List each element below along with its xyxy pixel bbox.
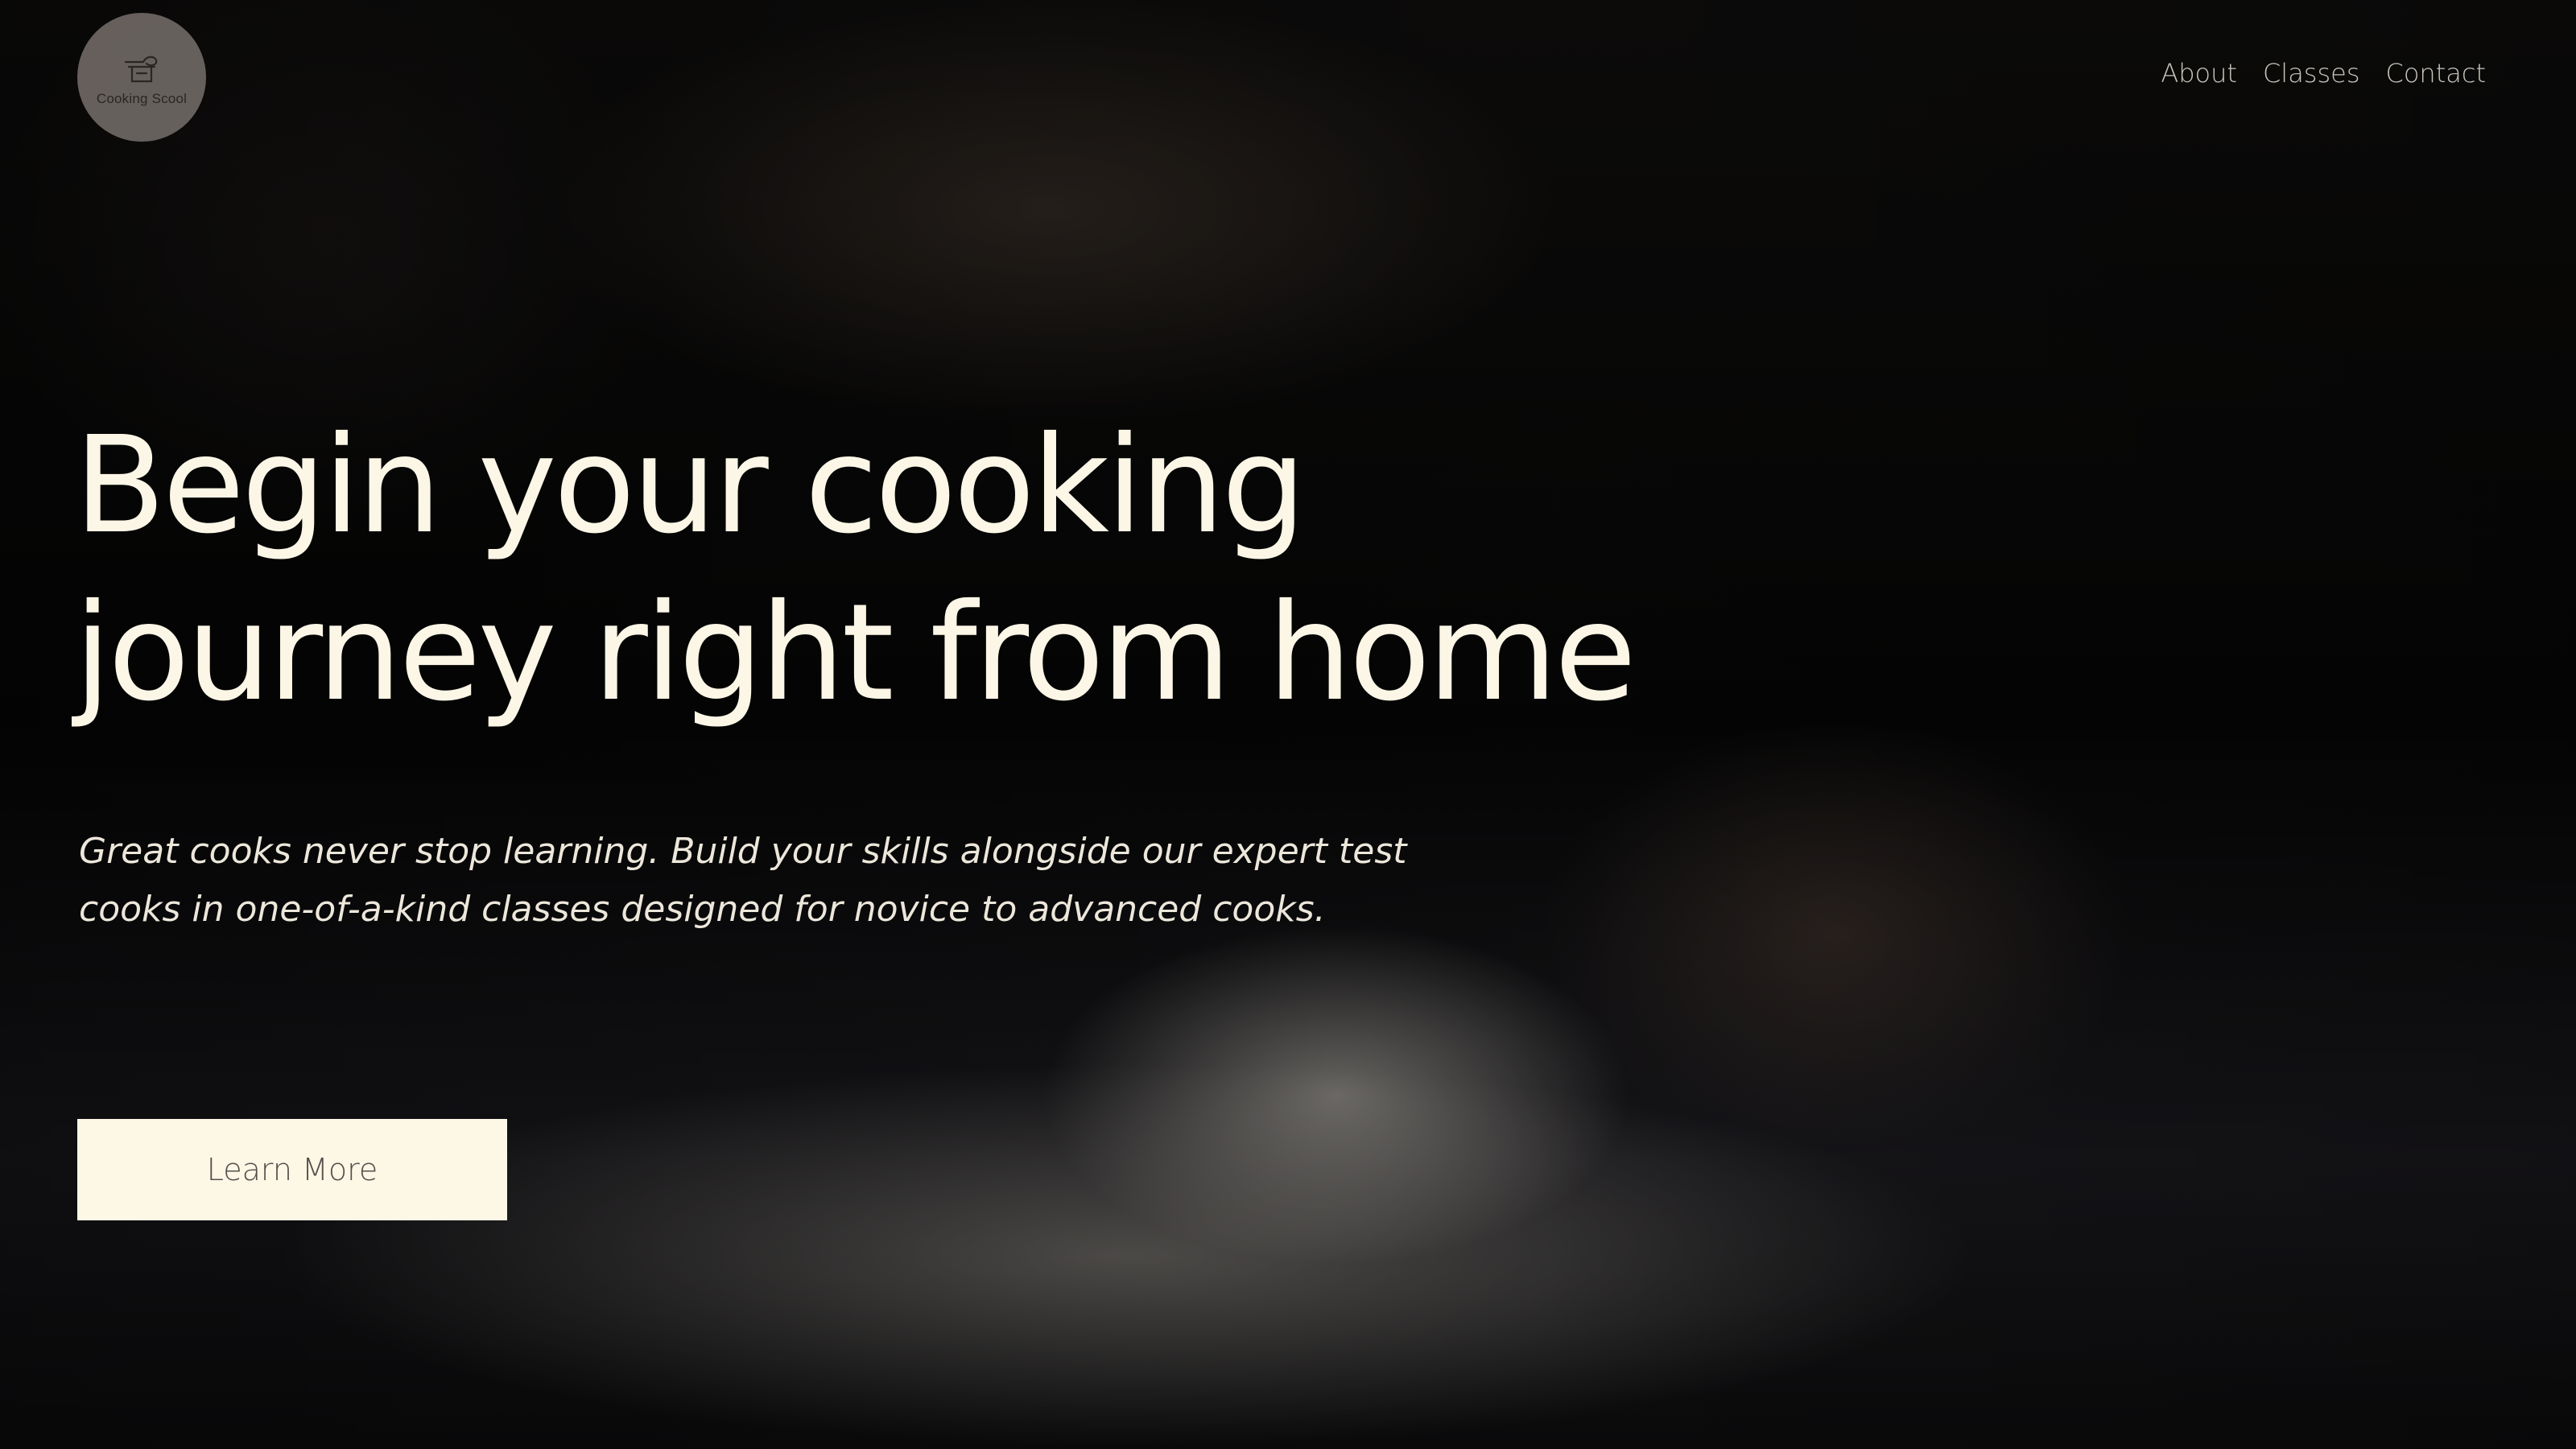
- learn-more-button[interactable]: Learn More: [77, 1119, 507, 1220]
- nav-link-about[interactable]: About: [2161, 58, 2237, 89]
- hero-tagline-line1: Great cooks never stop learning. Build y…: [79, 831, 1407, 872]
- logo-text: Cooking Scool: [96, 91, 188, 106]
- hero-tagline-line2: cooks in one-of-a-kind classes designed …: [79, 889, 1326, 930]
- cooking-pot-whisk-icon: [124, 56, 158, 83]
- hero-headline: Begin your cooking journey right from ho…: [74, 402, 1926, 737]
- hero-headline-line1: Begin your cooking: [74, 408, 1307, 564]
- hero-headline-line2: journey right from home: [74, 576, 1637, 731]
- nav-link-classes[interactable]: Classes: [2263, 58, 2360, 89]
- nav-link-contact[interactable]: Contact: [2386, 58, 2487, 89]
- site-logo[interactable]: Cooking Scool: [77, 13, 206, 142]
- hero-tagline: Great cooks never stop learning. Build y…: [79, 823, 1608, 939]
- main-nav: About Classes Contact: [2161, 58, 2486, 89]
- hero-page: Cooking Scool About Classes Contact Begi…: [0, 0, 2576, 1449]
